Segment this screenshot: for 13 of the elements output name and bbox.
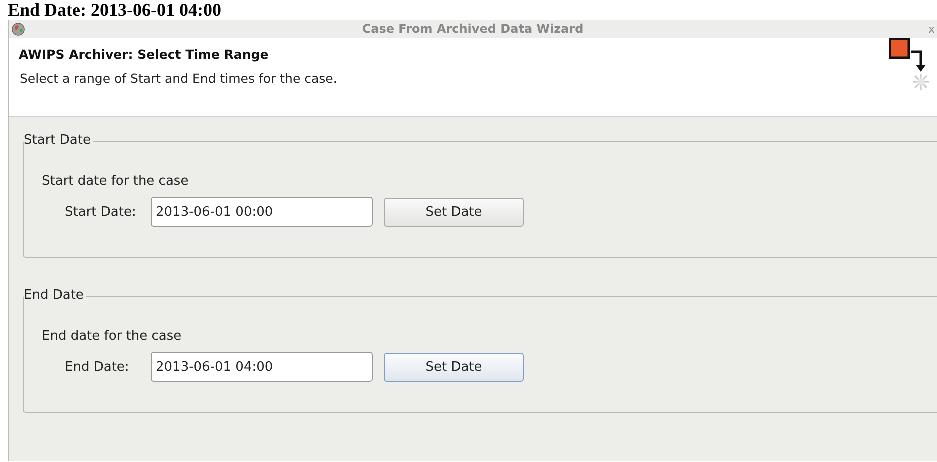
set-date-button[interactable]: Set Date [384,198,524,226]
page-title: AWIPS Archiver: Select Time Range [19,47,270,62]
field-label: End Date: [65,360,130,374]
page-caption: End Date: 2013-06-01 04:00 [7,0,222,20]
date-field[interactable]: 2013-06-01 00:00 [151,197,373,227]
set-date-button[interactable]: Set Date [384,352,524,382]
date-field[interactable]: 2013-06-01 04:00 [151,352,373,382]
page-subtitle: Select a range of Start and End times for the case. [19,71,338,86]
group-description: Start date for the case [42,174,190,189]
globe-icon [12,22,25,36]
window-title: Case From Archived Data Wizard [362,22,584,36]
group-description: End date for the case [42,329,183,344]
field-label: Start Date: [65,204,138,220]
